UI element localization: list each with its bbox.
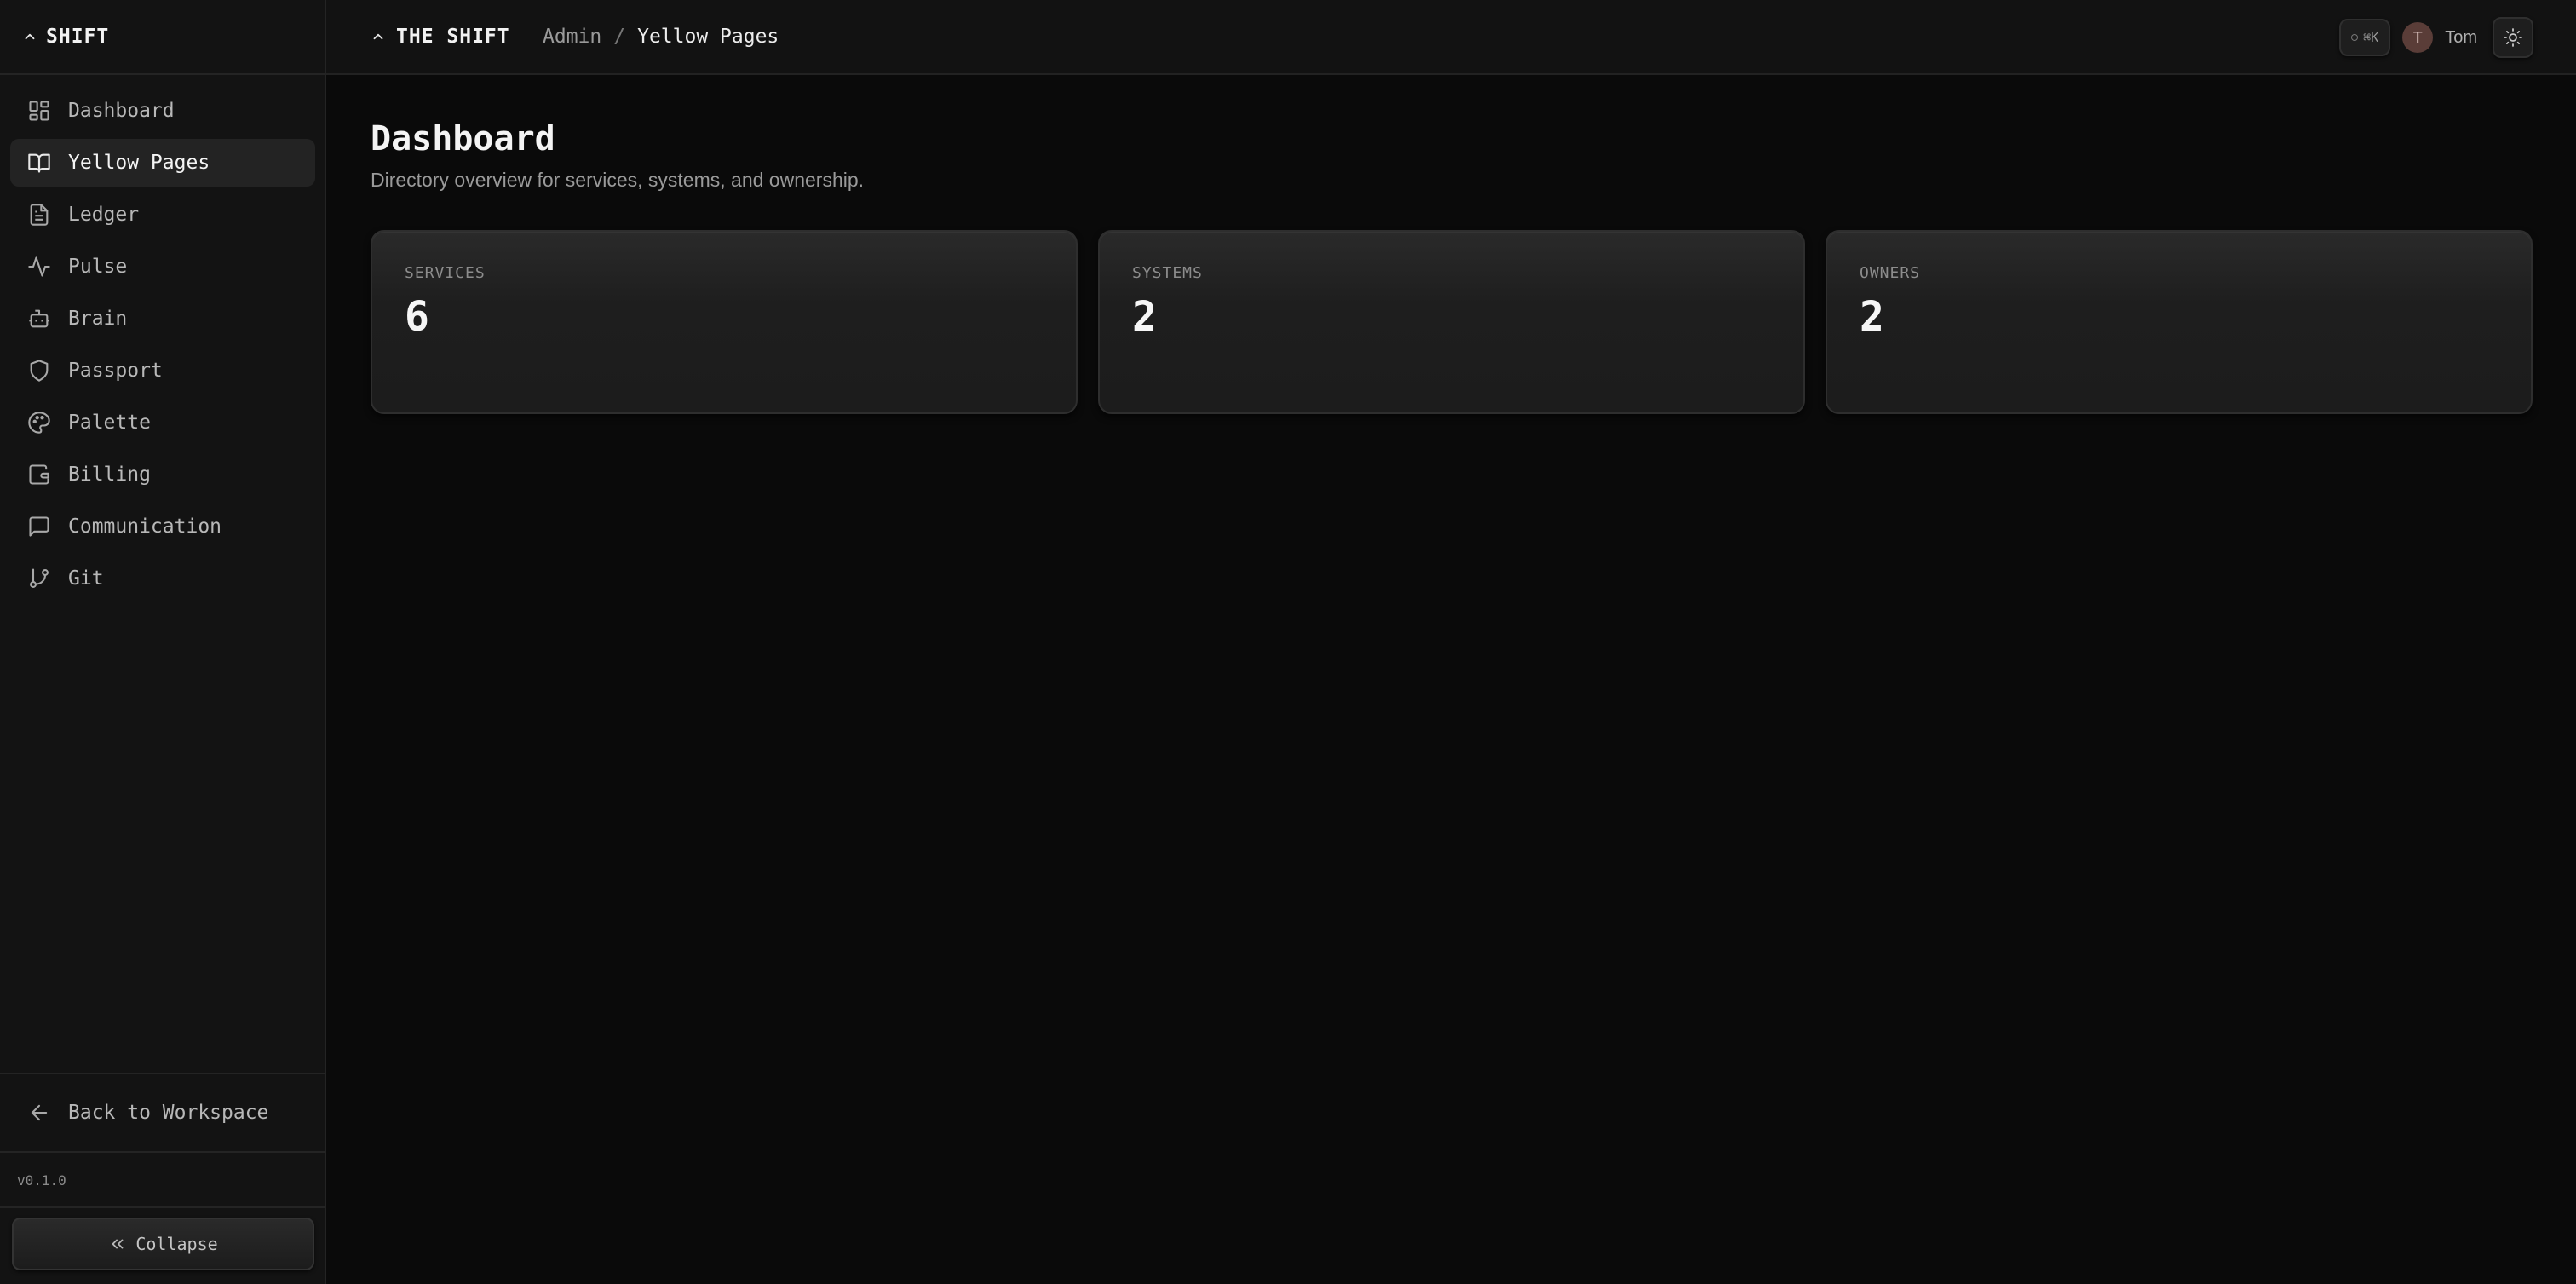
chevron-up-icon	[25, 33, 35, 40]
sidebar-item-label: Ledger	[68, 204, 140, 226]
stat-label: SYSTEMS	[1132, 264, 1203, 282]
stats-cards: SERVICES 6 SYSTEMS 2 OWNERS 2	[371, 230, 2533, 414]
theme-toggle-button[interactable]	[2493, 17, 2533, 58]
sidebar-item-dashboard[interactable]: Dashboard	[10, 87, 315, 135]
chevron-up-icon	[373, 33, 383, 40]
page-subtitle: Directory overview for services, systems…	[371, 169, 865, 191]
sidebar-item-label: Yellow Pages	[68, 152, 210, 174]
search-icon	[2351, 34, 2359, 41]
avatar[interactable]: T	[2402, 22, 2434, 53]
app-window: SHIFT Dashboard Yellow Pages Ledger Puls…	[0, 0, 2576, 1284]
sidebar: SHIFT Dashboard Yellow Pages Ledger Puls…	[0, 0, 326, 1284]
sidebar-item-label: Billing	[68, 464, 151, 486]
sidebar-item-label: Palette	[68, 412, 151, 434]
sidebar-item-palette[interactable]: Palette	[10, 399, 315, 446]
arrow-left-icon	[27, 1101, 51, 1125]
breadcrumb-separator: /	[613, 26, 626, 48]
git-branch-icon	[27, 567, 51, 590]
stat-card-systems[interactable]: SYSTEMS 2	[1098, 230, 1805, 414]
page-title: Dashboard	[371, 119, 555, 158]
version-label: v0.1.0	[17, 1172, 66, 1189]
stat-value: 2	[1860, 293, 1884, 341]
header-brand[interactable]: THE SHIFT	[371, 0, 510, 73]
sidebar-item-brain[interactable]: Brain	[10, 295, 315, 343]
activity-icon	[27, 255, 51, 279]
command-palette-button[interactable]: ⌘K	[2339, 19, 2391, 56]
chevrons-left-icon	[112, 1239, 124, 1249]
breadcrumb-admin[interactable]: Admin	[543, 26, 601, 48]
sidebar-item-billing[interactable]: Billing	[10, 451, 315, 498]
divider	[0, 1073, 325, 1074]
user-name[interactable]: Tom	[2445, 28, 2477, 48]
header-actions: ⌘K T Tom	[2339, 17, 2533, 58]
sidebar-nav: Dashboard Yellow Pages Ledger Pulse Brai…	[10, 87, 315, 607]
stat-value: 2	[1132, 293, 1157, 341]
sidebar-item-label: Dashboard	[68, 100, 175, 122]
sidebar-brand-label: SHIFT	[46, 26, 110, 48]
breadcrumb-current: Yellow Pages	[637, 26, 779, 48]
wallet-icon	[27, 463, 51, 487]
back-to-workspace-link[interactable]: Back to Workspace	[10, 1089, 315, 1137]
collapse-label: Collapse	[135, 1234, 218, 1254]
sidebar-item-ledger[interactable]: Ledger	[10, 191, 315, 239]
stat-card-services[interactable]: SERVICES 6	[371, 230, 1078, 414]
main-content: Dashboard Directory overview for service…	[326, 75, 2576, 1284]
collapse-button[interactable]: Collapse	[12, 1218, 314, 1270]
message-square-icon	[27, 515, 51, 538]
stat-value: 6	[405, 293, 429, 341]
sidebar-item-label: Brain	[68, 308, 128, 330]
divider	[0, 1151, 325, 1153]
sun-icon	[2504, 28, 2522, 47]
stat-label: OWNERS	[1860, 264, 1921, 282]
stat-card-owners[interactable]: OWNERS 2	[1826, 230, 2533, 414]
book-open-icon	[27, 151, 51, 175]
sidebar-item-yellow-pages[interactable]: Yellow Pages	[10, 139, 315, 187]
sidebar-item-communication[interactable]: Communication	[10, 503, 315, 550]
shortcut-label: ⌘K	[2363, 30, 2379, 45]
header-brand-label: THE SHIFT	[396, 26, 510, 48]
back-to-workspace-label: Back to Workspace	[68, 1102, 269, 1124]
dashboard-icon	[27, 99, 51, 123]
sidebar-item-passport[interactable]: Passport	[10, 347, 315, 394]
file-text-icon	[27, 203, 51, 227]
bot-icon	[27, 307, 51, 331]
sidebar-item-pulse[interactable]: Pulse	[10, 243, 315, 291]
sidebar-item-label: Passport	[68, 360, 163, 382]
sidebar-item-label: Pulse	[68, 256, 128, 278]
top-header: THE SHIFT Admin / Yellow Pages ⌘K T Tom	[326, 0, 2576, 75]
sidebar-brand[interactable]: SHIFT	[0, 0, 325, 75]
palette-icon	[27, 411, 51, 435]
stat-label: SERVICES	[405, 264, 486, 282]
sidebar-item-git[interactable]: Git	[10, 555, 315, 602]
shield-icon	[27, 359, 51, 383]
sidebar-item-label: Communication	[68, 515, 222, 538]
divider	[0, 1206, 325, 1208]
breadcrumb: Admin / Yellow Pages	[543, 0, 779, 73]
sidebar-item-label: Git	[68, 567, 104, 590]
